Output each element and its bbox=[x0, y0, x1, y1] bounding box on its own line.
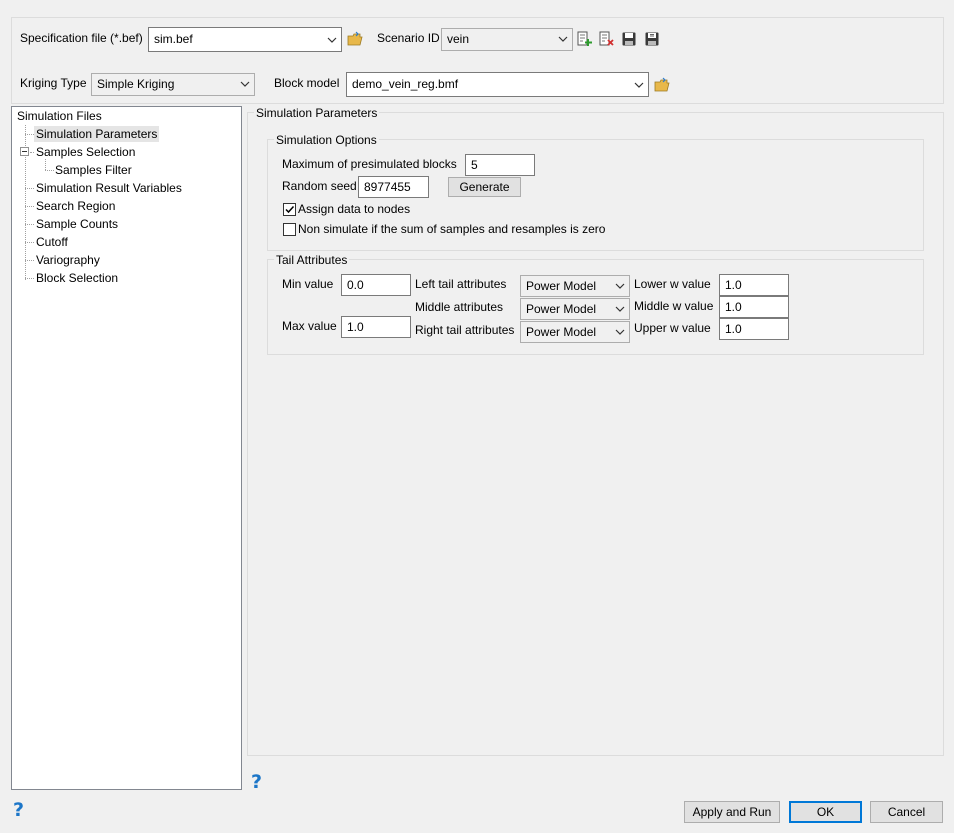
delete-scenario-icon[interactable] bbox=[598, 31, 614, 47]
tree-connector bbox=[25, 278, 34, 279]
folder-open-icon[interactable] bbox=[347, 31, 363, 47]
right-tail-value: Power Model bbox=[526, 325, 597, 339]
upper-w-input[interactable]: 1.0 bbox=[719, 318, 789, 340]
upper-w-label: Upper w value bbox=[634, 321, 711, 335]
help-icon[interactable]: ? bbox=[251, 771, 262, 793]
lower-w-label: Lower w value bbox=[634, 277, 711, 291]
tree-item-samples-filter[interactable]: Samples Filter bbox=[55, 162, 132, 178]
tree-item-sample-counts[interactable]: Sample Counts bbox=[36, 216, 118, 232]
panel-title: Simulation Parameters bbox=[254, 106, 380, 120]
chevron-down-icon bbox=[634, 73, 644, 96]
chevron-down-icon bbox=[615, 299, 625, 319]
max-presimulated-label: Maximum of presimulated blocks bbox=[282, 157, 457, 171]
non-simulate-checkbox[interactable] bbox=[283, 223, 296, 236]
tree-item-samples-selection[interactable]: Samples Selection bbox=[36, 144, 135, 160]
save-icon[interactable] bbox=[621, 31, 637, 47]
left-tail-label: Left tail attributes bbox=[415, 277, 507, 291]
folder-open-icon[interactable] bbox=[654, 77, 670, 93]
apply-and-run-button[interactable]: Apply and Run bbox=[684, 801, 780, 823]
max-value-input[interactable]: 1.0 bbox=[341, 316, 411, 338]
tree-connector bbox=[45, 159, 46, 170]
max-value-label: Max value bbox=[282, 319, 337, 333]
block-model-label: Block model bbox=[274, 76, 340, 90]
tree-item-simulation-result-variables[interactable]: Simulation Result Variables bbox=[36, 180, 182, 196]
tree-connector bbox=[25, 224, 34, 225]
chevron-down-icon bbox=[327, 28, 337, 51]
tree-item-search-region[interactable]: Search Region bbox=[36, 198, 115, 214]
help-icon[interactable]: ? bbox=[13, 799, 24, 821]
random-seed-input[interactable]: 8977455 bbox=[358, 176, 429, 198]
right-tail-combo[interactable]: Power Model bbox=[520, 321, 630, 343]
scenario-combo[interactable]: vein bbox=[441, 28, 573, 51]
left-tail-combo[interactable]: Power Model bbox=[520, 275, 630, 297]
middle-w-input[interactable]: 1.0 bbox=[719, 296, 789, 318]
spec-file-value: sim.bef bbox=[154, 32, 193, 46]
add-scenario-icon[interactable] bbox=[576, 31, 592, 47]
assign-data-label: Assign data to nodes bbox=[298, 202, 411, 216]
random-seed-label: Random seed bbox=[282, 179, 357, 193]
chevron-down-icon bbox=[240, 74, 250, 94]
spec-file-label: Specification file (*.bef) bbox=[20, 31, 143, 45]
tail-attributes-title: Tail Attributes bbox=[274, 253, 350, 267]
max-presimulated-input[interactable]: 5 bbox=[465, 154, 535, 176]
block-model-value: demo_vein_reg.bmf bbox=[352, 77, 459, 91]
tree-item-block-selection[interactable]: Block Selection bbox=[36, 270, 118, 286]
cancel-button[interactable]: Cancel bbox=[870, 801, 943, 823]
kriging-type-value: Simple Kriging bbox=[97, 77, 175, 91]
scenario-value: vein bbox=[447, 32, 470, 46]
ok-button[interactable]: OK bbox=[789, 801, 862, 823]
tree-connector bbox=[25, 206, 34, 207]
tree-connector bbox=[25, 134, 34, 135]
non-simulate-label: Non simulate if the sum of samples and r… bbox=[298, 222, 606, 236]
middle-attributes-value: Power Model bbox=[526, 302, 597, 316]
collapse-toggle-icon[interactable] bbox=[20, 147, 29, 156]
chevron-down-icon bbox=[615, 322, 625, 342]
tree-item-variography[interactable]: Variography bbox=[36, 252, 100, 268]
chevron-down-icon bbox=[558, 29, 568, 49]
scenario-label: Scenario ID bbox=[377, 31, 440, 45]
checkmark-icon bbox=[285, 205, 295, 214]
tree-connector bbox=[25, 242, 34, 243]
right-tail-label: Right tail attributes bbox=[415, 323, 515, 337]
tree-connector bbox=[25, 260, 34, 261]
simulation-options-title: Simulation Options bbox=[274, 133, 379, 147]
generate-button[interactable]: Generate bbox=[448, 177, 521, 197]
tree-connector bbox=[45, 170, 54, 171]
assign-data-checkbox[interactable] bbox=[283, 203, 296, 216]
middle-w-label: Middle w value bbox=[634, 299, 714, 313]
tree-connector bbox=[30, 152, 34, 153]
spec-file-combo[interactable]: sim.bef bbox=[148, 27, 342, 52]
tree-item-cutoff[interactable]: Cutoff bbox=[36, 234, 68, 250]
min-value-label: Min value bbox=[282, 277, 334, 291]
block-model-combo[interactable]: demo_vein_reg.bmf bbox=[346, 72, 649, 97]
tree-item-simulation-files[interactable]: Simulation Files bbox=[17, 108, 102, 124]
left-tail-value: Power Model bbox=[526, 279, 597, 293]
kriging-type-label: Kriging Type bbox=[20, 76, 87, 90]
tree-item-simulation-parameters[interactable]: Simulation Parameters bbox=[34, 126, 160, 142]
save-as-icon[interactable] bbox=[644, 31, 660, 47]
tree-connector bbox=[25, 188, 34, 189]
min-value-input[interactable]: 0.0 bbox=[341, 274, 411, 296]
kriging-type-combo[interactable]: Simple Kriging bbox=[91, 73, 255, 96]
middle-attributes-label: Middle attributes bbox=[415, 300, 504, 314]
lower-w-input[interactable]: 1.0 bbox=[719, 274, 789, 296]
chevron-down-icon bbox=[615, 276, 625, 296]
middle-attributes-combo[interactable]: Power Model bbox=[520, 298, 630, 320]
navigation-tree[interactable]: Simulation Files Simulation Parameters S… bbox=[11, 106, 242, 790]
